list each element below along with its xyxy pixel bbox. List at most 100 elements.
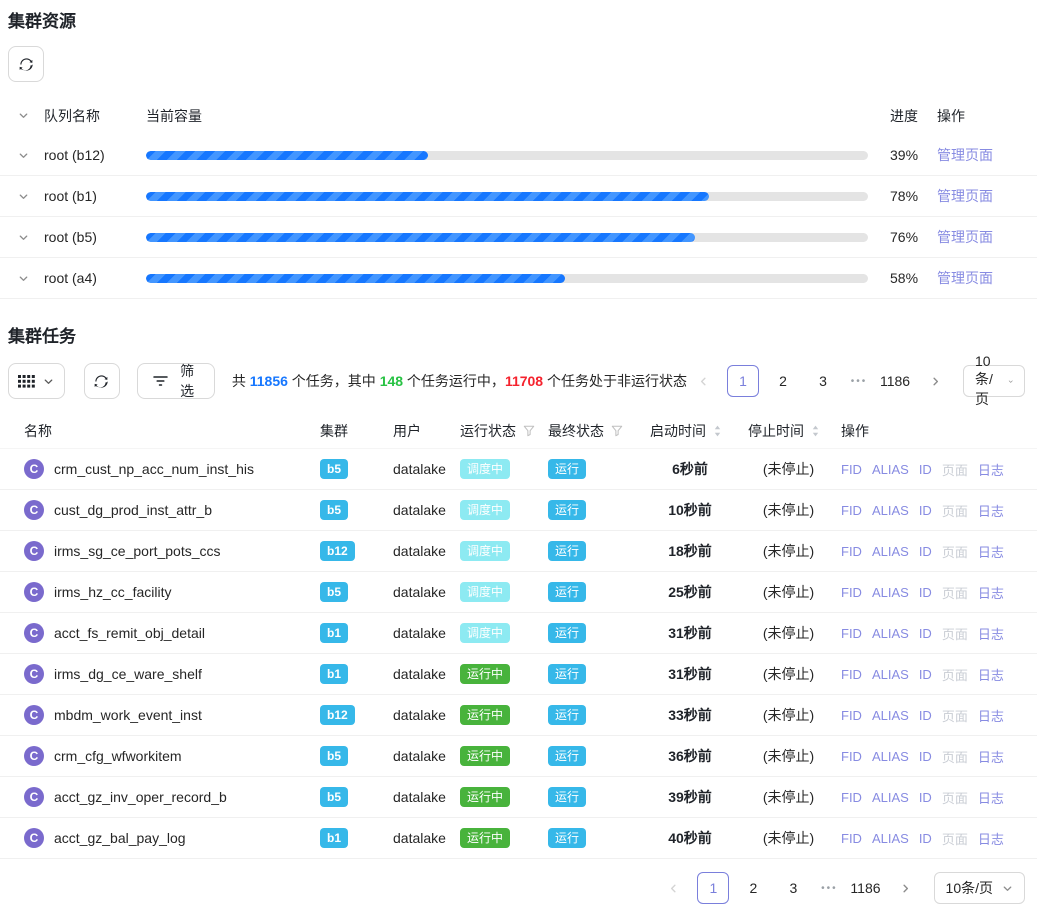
op-link-fid[interactable]: FID — [841, 667, 862, 682]
op-link-id[interactable]: ID — [919, 544, 932, 559]
progress-percent: 58% — [875, 270, 937, 286]
op-link-log[interactable]: 日志 — [978, 624, 1004, 643]
stop-time-sorter-icon[interactable] — [811, 424, 820, 438]
op-link-page: 页面 — [942, 460, 968, 479]
expand-row-icon[interactable] — [8, 232, 44, 243]
summary-suffix: 个任务处于非运行状态 — [543, 373, 687, 389]
manage-page-link[interactable]: 管理页面 — [937, 268, 993, 288]
op-link-id[interactable]: ID — [919, 790, 932, 805]
op-link-log[interactable]: 日志 — [978, 583, 1004, 602]
op-link-id[interactable]: ID — [919, 503, 932, 518]
pagination-ellipsis[interactable]: ••• — [817, 883, 841, 894]
prev-page-button[interactable] — [687, 365, 719, 397]
op-link-id[interactable]: ID — [919, 667, 932, 682]
op-link-fid[interactable]: FID — [841, 749, 862, 764]
task-name: cust_dg_prod_inst_attr_b — [54, 502, 212, 518]
progress-track — [146, 151, 868, 160]
filter-button[interactable]: 筛选 — [137, 363, 215, 399]
op-link-alias[interactable]: ALIAS — [872, 503, 909, 518]
op-link-id[interactable]: ID — [919, 708, 932, 723]
op-link-log[interactable]: 日志 — [978, 460, 1004, 479]
task-name: acct_gz_inv_oper_record_b — [54, 789, 227, 805]
final-status-badge: 运行 — [548, 664, 586, 684]
op-link-alias[interactable]: ALIAS — [872, 585, 909, 600]
progress-track — [146, 192, 868, 201]
task-row: C cust_dg_prod_inst_attr_b b5 datalake 调… — [0, 490, 1037, 531]
resource-row: root (a4) 58% 管理页面 — [0, 258, 1037, 299]
chevron-left-icon — [668, 883, 679, 894]
op-link-log[interactable]: 日志 — [978, 501, 1004, 520]
run-status-filter-icon[interactable] — [523, 425, 535, 437]
stop-time: (未停止) — [740, 705, 837, 725]
op-link-fid[interactable]: FID — [841, 790, 862, 805]
op-link-fid[interactable]: FID — [841, 831, 862, 846]
page-size-select[interactable]: 10条/页 — [934, 872, 1025, 904]
op-link-fid[interactable]: FID — [841, 585, 862, 600]
expand-row-icon[interactable] — [8, 191, 44, 202]
op-link-alias[interactable]: ALIAS — [872, 831, 909, 846]
op-link-log[interactable]: 日志 — [978, 747, 1004, 766]
cluster-tasks-section: 集群任务 筛选 共 11856 个任务 — [0, 327, 1037, 904]
task-summary: 共 11856 个任务，其中 148 个任务运行中，11708 个任务处于非运行… — [232, 371, 687, 391]
start-time: 39秒前 — [640, 787, 740, 807]
page-button-3[interactable]: 3 — [777, 872, 809, 904]
final-status-badge: 运行 — [548, 623, 586, 643]
expand-row-icon[interactable] — [8, 150, 44, 161]
resource-row: root (b1) 78% 管理页面 — [0, 176, 1037, 217]
op-link-id[interactable]: ID — [919, 462, 932, 477]
op-link-log[interactable]: 日志 — [978, 829, 1004, 848]
chevron-left-icon — [698, 376, 709, 387]
task-ops: FID ALIAS ID 页面日志 — [837, 501, 1025, 520]
pagination-ellipsis[interactable]: ••• — [847, 376, 871, 387]
op-link-alias[interactable]: ALIAS — [872, 790, 909, 805]
expand-all-icon[interactable] — [8, 110, 44, 121]
next-page-button[interactable] — [890, 872, 922, 904]
prev-page-button[interactable] — [657, 872, 689, 904]
op-link-fid[interactable]: FID — [841, 626, 862, 641]
page-button-1186[interactable]: 1186 — [879, 365, 911, 397]
page-size-select[interactable]: 10条/页 — [963, 365, 1025, 397]
op-link-fid[interactable]: FID — [841, 544, 862, 559]
op-link-id[interactable]: ID — [919, 831, 932, 846]
op-link-page: 页面 — [942, 501, 968, 520]
op-link-log[interactable]: 日志 — [978, 665, 1004, 684]
op-link-alias[interactable]: ALIAS — [872, 626, 909, 641]
layout-dropdown-button[interactable] — [8, 363, 65, 399]
tasks-refresh-button[interactable] — [84, 363, 120, 399]
op-link-id[interactable]: ID — [919, 749, 932, 764]
col-final-status: 最终状态 — [548, 421, 604, 441]
op-link-alias[interactable]: ALIAS — [872, 544, 909, 559]
page-button-1186[interactable]: 1186 — [849, 872, 881, 904]
op-link-alias[interactable]: ALIAS — [872, 749, 909, 764]
next-page-button[interactable] — [919, 365, 951, 397]
final-status-filter-icon[interactable] — [611, 425, 623, 437]
manage-page-link[interactable]: 管理页面 — [937, 186, 993, 206]
op-link-fid[interactable]: FID — [841, 708, 862, 723]
op-link-id[interactable]: ID — [919, 585, 932, 600]
op-link-alias[interactable]: ALIAS — [872, 667, 909, 682]
page-button-1[interactable]: 1 — [727, 365, 759, 397]
page-button-2[interactable]: 2 — [737, 872, 769, 904]
op-link-id[interactable]: ID — [919, 626, 932, 641]
op-link-log[interactable]: 日志 — [978, 542, 1004, 561]
page-button-1[interactable]: 1 — [697, 872, 729, 904]
page-button-2[interactable]: 2 — [767, 365, 799, 397]
op-link-alias[interactable]: ALIAS — [872, 462, 909, 477]
start-time-sorter-icon[interactable] — [713, 424, 722, 438]
manage-page-link[interactable]: 管理页面 — [937, 227, 993, 247]
op-link-alias[interactable]: ALIAS — [872, 708, 909, 723]
tasks-title: 集群任务 — [8, 327, 1037, 347]
task-ops: FIDALIASID页面日志 — [837, 747, 1025, 766]
stop-time: (未停止) — [740, 459, 837, 479]
op-link-log[interactable]: 日志 — [978, 788, 1004, 807]
page-button-3[interactable]: 3 — [807, 365, 839, 397]
expand-row-icon[interactable] — [8, 273, 44, 284]
manage-page-link[interactable]: 管理页面 — [937, 145, 993, 165]
op-link-fid[interactable]: FID — [841, 462, 862, 477]
progress-track — [146, 233, 868, 242]
op-link-fid[interactable]: FID — [841, 503, 862, 518]
op-link-log[interactable]: 日志 — [978, 706, 1004, 725]
resources-refresh-button[interactable] — [8, 46, 44, 82]
resource-row: root (b5) 76% 管理页面 — [0, 217, 1037, 258]
summary-mid1: 个任务，其中 — [288, 373, 380, 389]
